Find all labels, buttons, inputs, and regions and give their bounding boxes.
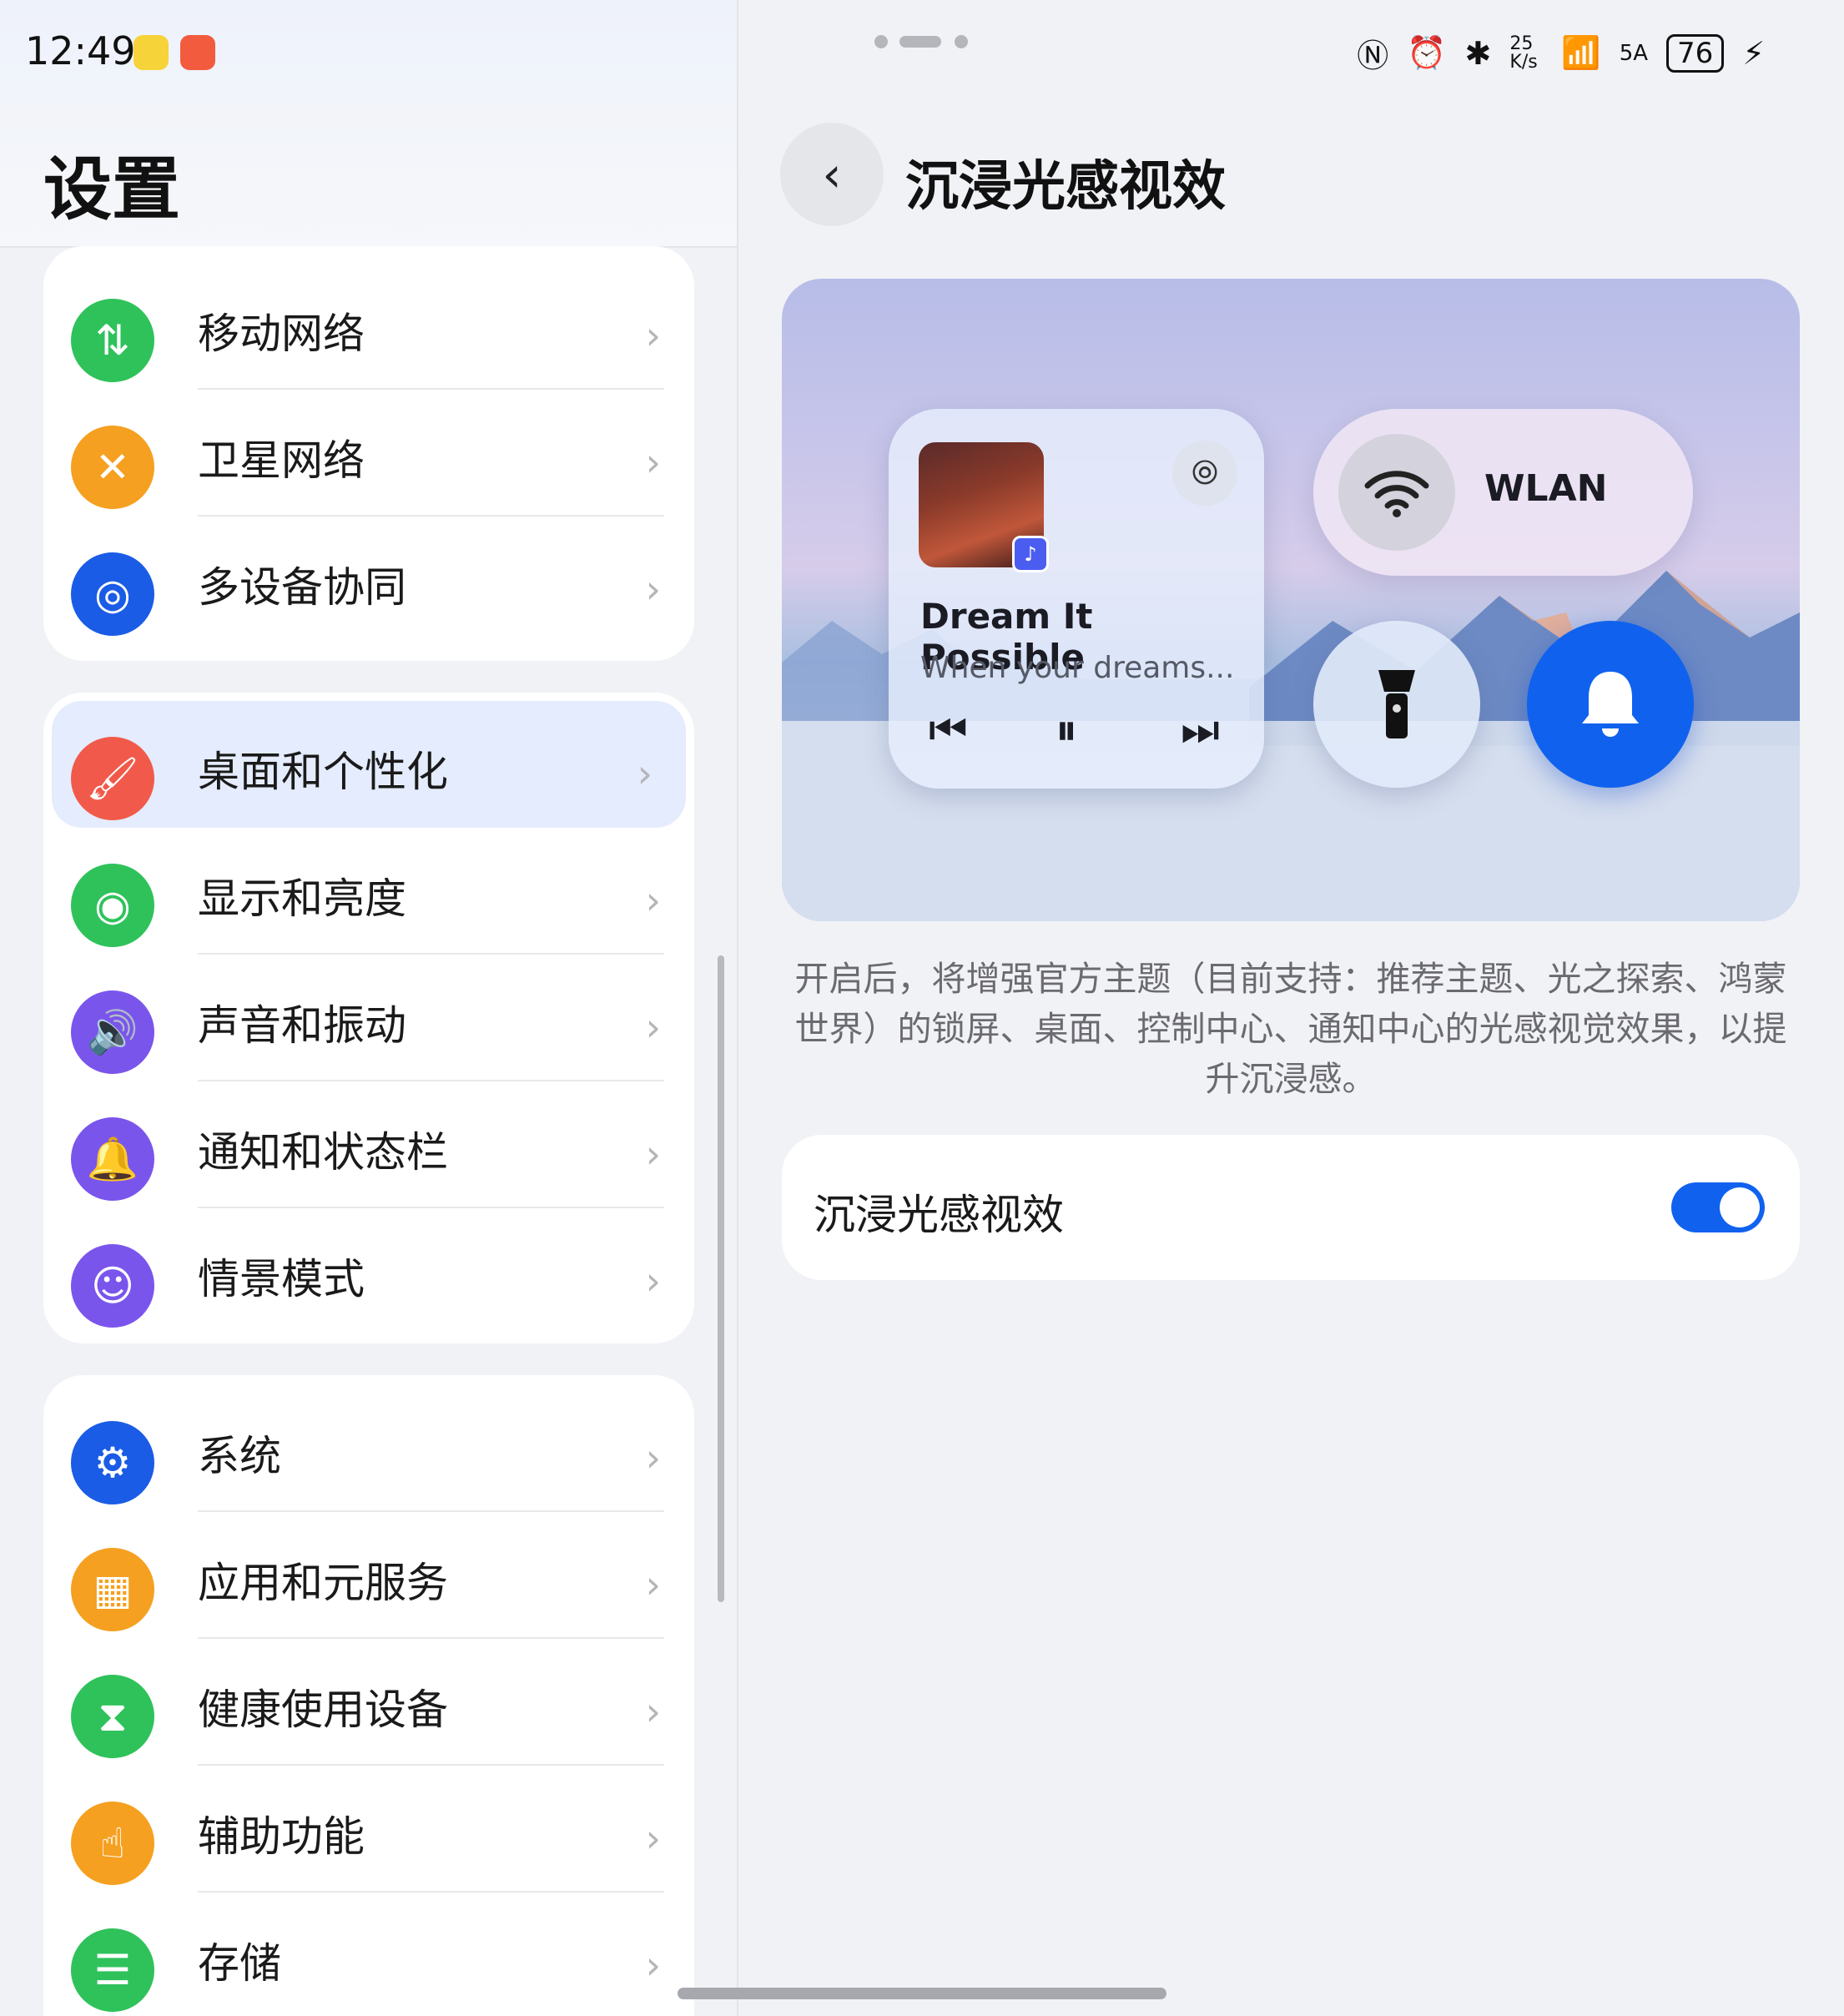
settings-item-storage[interactable]: ☰ 存储 › xyxy=(43,1893,694,2016)
hourglass-icon: ⧗ xyxy=(71,1675,154,1758)
settings-item-accessibility[interactable]: ☝ 辅助功能 › xyxy=(43,1766,694,1893)
home-indicator[interactable] xyxy=(678,1988,1166,1999)
settings-item-label: 健康使用设备 xyxy=(198,1686,448,1734)
battery-indicator: 76 xyxy=(1666,33,1725,73)
next-track-icon[interactable]: ⏭ xyxy=(1181,705,1220,756)
chevron-right-icon: › xyxy=(645,313,661,358)
settings-item-label: 情景模式 xyxy=(198,1255,365,1303)
chevron-right-icon: › xyxy=(645,1816,661,1861)
alarm-icon: ⏰ xyxy=(1407,34,1447,71)
effect-preview-image: ♪ ⦾ Dream It Possible When your dreams..… xyxy=(782,279,1800,921)
bell-icon xyxy=(1582,672,1639,737)
status-bar-icons: Ⓝ ⏰ ✱ 25 K/s 📶 5A 76 ⚡ xyxy=(1357,30,1765,76)
settings-item-scene-mode[interactable]: ☺ 情景模式 › xyxy=(43,1208,694,1335)
chevron-right-icon: › xyxy=(645,1943,661,1988)
charging-icon: ⚡ xyxy=(1742,34,1765,72)
detail-page-title: 沉浸光感视效 xyxy=(905,156,1226,218)
flashlight-icon xyxy=(1378,670,1415,738)
settings-item-label: 声音和振动 xyxy=(198,1001,406,1050)
app-notification-icon xyxy=(134,35,169,70)
song-subtitle: When your dreams... xyxy=(920,651,1235,685)
storage-icon: ☰ xyxy=(71,1928,154,2012)
wlan-toggle[interactable]: WLAN xyxy=(1313,409,1693,576)
back-button[interactable]: ‹ xyxy=(780,123,884,226)
settings-item-label: 存储 xyxy=(198,1939,281,1988)
chevron-right-icon: › xyxy=(645,878,661,923)
chevron-right-icon: › xyxy=(645,1562,661,1607)
chevron-right-icon: › xyxy=(645,1131,661,1177)
pause-icon[interactable]: ⏸ xyxy=(1056,705,1077,756)
page-title: 设置 xyxy=(43,150,181,229)
wifi-icon: 📶 xyxy=(1561,34,1601,71)
immersive-effect-switch[interactable] xyxy=(1671,1182,1765,1232)
nfc-icon: Ⓝ xyxy=(1357,38,1389,74)
settings-item-label: 通知和状态栏 xyxy=(198,1128,448,1177)
settings-item-apps-services[interactable]: ▦ 应用和元服务 › xyxy=(43,1512,694,1639)
settings-item-label: 显示和亮度 xyxy=(198,874,406,923)
multitask-dots-icon[interactable] xyxy=(874,35,975,48)
settings-item-display-brightness[interactable]: ◉ 显示和亮度 › xyxy=(43,828,694,955)
settings-item-label: 移动网络 xyxy=(198,310,365,358)
immersive-effect-setting: 沉浸光感视效 xyxy=(782,1135,1800,1280)
signal-label: 5A xyxy=(1619,40,1649,66)
chevron-right-icon: › xyxy=(645,440,661,485)
bell-icon: 🔔 xyxy=(71,1117,154,1201)
settings-item-label: 卫星网络 xyxy=(198,436,365,485)
switch-knob xyxy=(1720,1187,1760,1227)
chevron-right-icon: › xyxy=(645,1005,661,1050)
settings-list-panel: 12:49 设置 ⇅ 移动网络 › ✕ 卫星网络 › ◎ 多设备协同 › 🖌 桌… xyxy=(0,0,737,2016)
apps-icon: ▦ xyxy=(71,1548,154,1631)
music-widget[interactable]: ♪ ⦾ Dream It Possible When your dreams..… xyxy=(889,409,1264,789)
previous-track-icon[interactable]: ⏮ xyxy=(929,705,968,756)
settings-group-system: ⚙ 系统 › ▦ 应用和元服务 › ⧗ 健康使用设备 › ☝ 辅助功能 › ☰ … xyxy=(43,1375,694,2016)
settings-item-desktop-personalization[interactable]: 🖌 桌面和个性化 › xyxy=(52,701,686,828)
chevron-right-icon: › xyxy=(645,1689,661,1734)
settings-item-label: 应用和元服务 xyxy=(198,1559,448,1607)
hand-icon: ☝ xyxy=(71,1802,154,1885)
immersive-effect-label: 沉浸光感视效 xyxy=(814,1191,1064,1239)
flashlight-toggle[interactable] xyxy=(1313,621,1480,788)
settings-item-sound-vibration[interactable]: 🔊 声音和振动 › xyxy=(43,955,694,1081)
settings-item-multi-device[interactable]: ◎ 多设备协同 › xyxy=(43,517,694,643)
settings-item-system[interactable]: ⚙ 系统 › xyxy=(43,1385,694,1512)
settings-item-satellite-network[interactable]: ✕ 卫星网络 › xyxy=(43,390,694,517)
wlan-label: WLAN xyxy=(1484,467,1608,510)
chevron-right-icon: › xyxy=(645,1435,661,1480)
mobile-data-icon: ⇅ xyxy=(71,299,154,382)
split-divider[interactable] xyxy=(737,0,738,2016)
feature-description: 开启后，将增强官方主题（目前支持：推荐主题、光之探索、鸿蒙世界）的锁屏、桌面、控… xyxy=(794,959,1787,1099)
net-speed: 25 K/s xyxy=(1509,33,1538,73)
brush-icon: 🖌 xyxy=(71,737,154,820)
music-app-icon: ♪ xyxy=(1012,536,1049,572)
settings-item-label: 桌面和个性化 xyxy=(198,748,448,796)
multi-device-icon: ◎ xyxy=(71,552,154,636)
settings-group-personalization: 🖌 桌面和个性化 › ◉ 显示和亮度 › 🔊 声音和振动 › 🔔 通知和状态栏 … xyxy=(43,693,694,1343)
settings-item-label: 多设备协同 xyxy=(198,563,406,612)
sound-toggle[interactable] xyxy=(1527,621,1694,788)
settings-item-mobile-network[interactable]: ⇅ 移动网络 › xyxy=(43,263,694,390)
chevron-right-icon: › xyxy=(645,1258,661,1303)
satellite-icon: ✕ xyxy=(71,426,154,509)
status-time: 12:49 xyxy=(25,28,136,73)
wifi-icon xyxy=(1338,434,1455,551)
gear-icon: ⚙ xyxy=(71,1421,154,1504)
bluetooth-icon: ✱ xyxy=(1464,34,1492,72)
settings-item-notification-statusbar[interactable]: 🔔 通知和状态栏 › xyxy=(43,1081,694,1208)
chevron-right-icon: › xyxy=(637,751,652,796)
speaker-icon: 🔊 xyxy=(71,990,154,1074)
cast-icon[interactable]: ⦾ xyxy=(1172,441,1237,506)
profile-icon: ☺ xyxy=(71,1244,154,1328)
chevron-left-icon: ‹ xyxy=(822,146,842,203)
chevron-right-icon: › xyxy=(645,567,661,612)
settings-group-network: ⇅ 移动网络 › ✕ 卫星网络 › ◎ 多设备协同 › xyxy=(43,246,694,661)
settings-item-label: 辅助功能 xyxy=(198,1812,365,1861)
settings-item-label: 系统 xyxy=(198,1432,281,1480)
weibo-notification-icon xyxy=(180,35,215,70)
eye-icon: ◉ xyxy=(71,864,154,947)
settings-item-digital-balance[interactable]: ⧗ 健康使用设备 › xyxy=(43,1639,694,1766)
scrollbar[interactable] xyxy=(718,955,724,1602)
